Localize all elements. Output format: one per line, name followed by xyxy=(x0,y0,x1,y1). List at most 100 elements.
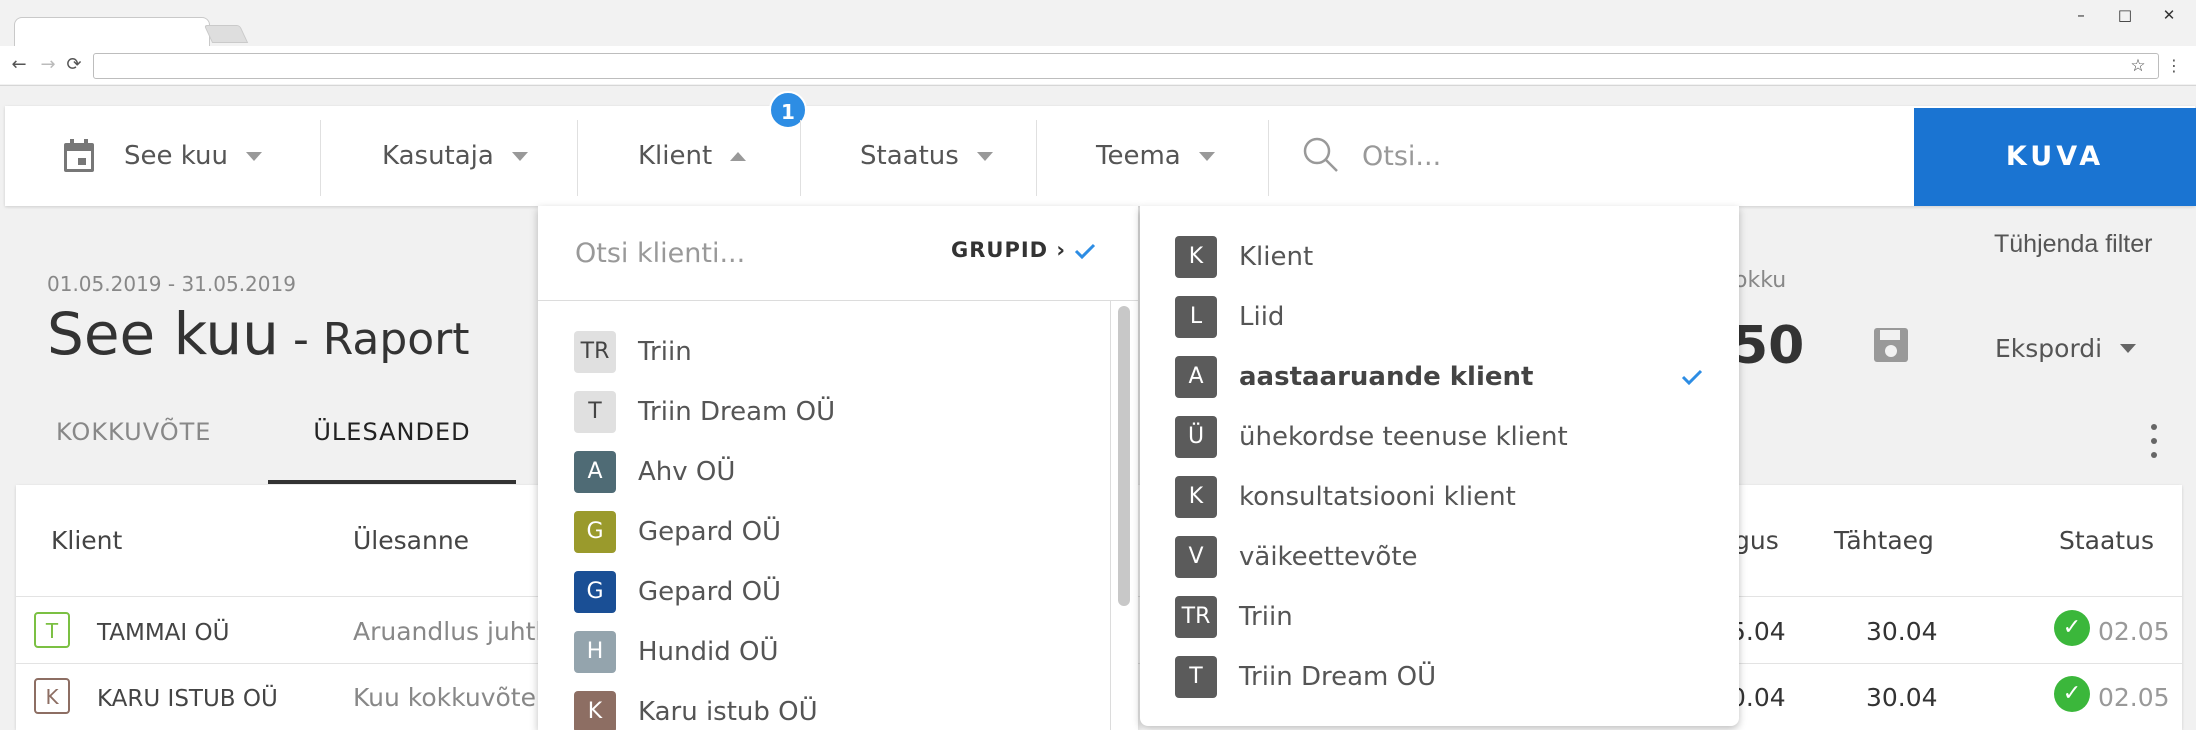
client-letter-badge: T xyxy=(34,612,70,648)
chevron-down-icon xyxy=(2120,344,2137,353)
client-letter-badge: K xyxy=(34,678,70,714)
divider xyxy=(1036,120,1037,196)
period-filter-label: See kuu xyxy=(124,141,228,171)
bookmark-star-icon[interactable]: ☆ xyxy=(2126,55,2150,77)
client-avatar: G xyxy=(574,571,616,613)
save-icon[interactable] xyxy=(1872,326,1910,364)
theme-filter-label: Teema xyxy=(1096,141,1181,171)
client-filter[interactable]: Klient xyxy=(638,106,747,206)
group-option[interactable]: Vväikeettevõte xyxy=(1175,527,1715,587)
column-header-deadline[interactable]: Tähtaeg xyxy=(1834,526,1934,555)
client-option-label: Gepard OÜ xyxy=(638,577,782,607)
client-option-label: Gepard OÜ xyxy=(638,517,782,547)
divider xyxy=(800,120,801,196)
check-icon xyxy=(1074,243,1096,260)
client-option[interactable]: H Hundid OÜ xyxy=(574,622,779,682)
client-list-scrollbar[interactable] xyxy=(1118,306,1130,606)
group-option-label: konsultatsiooni klient xyxy=(1239,482,1516,512)
browser-tab[interactable] xyxy=(14,17,210,47)
client-filter-count-badge: 1 xyxy=(769,91,807,129)
status-date: 02.05 xyxy=(2098,683,2170,712)
maximize-icon[interactable]: □ xyxy=(2110,3,2140,27)
client-option-label: Hundid OÜ xyxy=(638,637,779,667)
clear-filter-link[interactable]: Tühjenda filter xyxy=(1994,230,2152,259)
tab-tasks[interactable]: ÜLESANDED xyxy=(268,418,516,484)
group-avatar: K xyxy=(1175,476,1217,518)
divider xyxy=(1110,300,1111,730)
search-icon xyxy=(1303,137,1338,172)
page-title-main: See kuu xyxy=(47,300,279,368)
theme-filter[interactable]: Teema xyxy=(1096,106,1215,206)
page-title-suffix: - Raport xyxy=(278,314,470,365)
client-avatar: K xyxy=(574,691,616,730)
group-avatar: A xyxy=(1175,356,1217,398)
client-search-input[interactable] xyxy=(575,232,905,274)
client-option[interactable]: K Karu istub OÜ xyxy=(574,682,818,730)
minimize-icon[interactable]: – xyxy=(2066,3,2096,27)
search-input[interactable] xyxy=(1362,126,1862,186)
group-avatar: Ü xyxy=(1175,416,1217,458)
reload-icon[interactable]: ⟳ xyxy=(61,52,87,78)
group-option-label: väikeettevõte xyxy=(1239,542,1418,572)
chevron-down-icon xyxy=(511,151,528,161)
forward-icon[interactable]: → xyxy=(35,52,61,78)
more-options-icon[interactable] xyxy=(2148,424,2160,468)
group-avatar: V xyxy=(1175,536,1217,578)
task-name: Aruandlus juhtk xyxy=(353,617,550,646)
group-option-label: aastaaruande klient xyxy=(1239,362,1534,392)
group-option[interactable]: TR Triin xyxy=(1175,587,1715,647)
status-filter-label: Staatus xyxy=(860,141,959,171)
column-header-task[interactable]: Ülesanne xyxy=(353,526,469,555)
deadline: 30.04 xyxy=(1866,683,1938,712)
close-icon[interactable]: ✕ xyxy=(2154,3,2184,27)
client-option[interactable]: T Triin Dream OÜ xyxy=(574,382,835,442)
client-option[interactable]: G Gepard OÜ xyxy=(574,502,781,562)
period-filter[interactable]: See kuu xyxy=(62,106,262,206)
total-label: okku xyxy=(1734,268,1787,293)
group-option[interactable]: L Liid xyxy=(1175,287,1715,347)
group-option-label: Klient xyxy=(1239,242,1314,272)
check-icon xyxy=(1681,369,1703,386)
tab-summary[interactable]: KOKKUVÕTE xyxy=(56,418,211,476)
client-name: TAMMAI OÜ xyxy=(97,620,230,646)
client-option[interactable]: A Ahv OÜ xyxy=(574,442,735,502)
check-circle-icon: ✓ xyxy=(2054,610,2090,646)
browser-menu-icon[interactable]: ⋮ xyxy=(2164,55,2184,77)
client-option-label: Ahv OÜ xyxy=(638,457,736,487)
client-option[interactable]: TR Triin xyxy=(574,322,692,382)
page-title: See kuu - Raport xyxy=(47,300,470,368)
column-header-duration[interactable]: gus xyxy=(1734,526,1779,555)
show-button[interactable]: KUVA xyxy=(1914,108,2196,206)
group-avatar: K xyxy=(1175,236,1217,278)
status-filter[interactable]: Staatus xyxy=(860,106,993,206)
group-option[interactable]: Aaastaaruande klient xyxy=(1175,347,1715,407)
client-avatar: A xyxy=(574,451,616,493)
groups-toggle[interactable]: GRUPID › xyxy=(951,238,1066,262)
client-avatar: T xyxy=(574,391,616,433)
group-option[interactable]: Üühekordse teenuse klient xyxy=(1175,407,1715,467)
deadline: 30.04 xyxy=(1866,617,1938,646)
chevron-up-icon xyxy=(730,151,747,161)
client-filter-label: Klient xyxy=(638,141,713,171)
chevron-down-icon xyxy=(245,151,262,161)
group-option-label: Triin xyxy=(1239,602,1293,632)
group-option[interactable]: T Triin Dream OÜ xyxy=(1175,647,1715,707)
user-filter-label: Kasutaja xyxy=(382,141,494,171)
client-avatar: H xyxy=(574,631,616,673)
group-option[interactable]: Kkonsultatsiooni klient xyxy=(1175,467,1715,527)
divider xyxy=(577,120,578,196)
address-bar[interactable] xyxy=(93,53,2159,79)
group-option[interactable]: K Klient xyxy=(1175,227,1715,287)
chevron-down-icon xyxy=(1198,151,1215,161)
column-header-status[interactable]: Staatus xyxy=(2059,526,2154,555)
user-filter[interactable]: Kasutaja xyxy=(382,106,528,206)
group-avatar: L xyxy=(1175,296,1217,338)
group-option-label: ühekordse teenuse klient xyxy=(1239,422,1568,452)
export-dropdown[interactable]: Ekspordi xyxy=(1995,334,2137,363)
export-label: Ekspordi xyxy=(1995,334,2103,363)
group-avatar: T xyxy=(1175,656,1217,698)
client-name: KARU ISTUB OÜ xyxy=(97,686,278,712)
client-option[interactable]: G Gepard OÜ xyxy=(574,562,781,622)
back-icon[interactable]: ← xyxy=(6,52,32,78)
column-header-client[interactable]: Klient xyxy=(51,526,122,555)
